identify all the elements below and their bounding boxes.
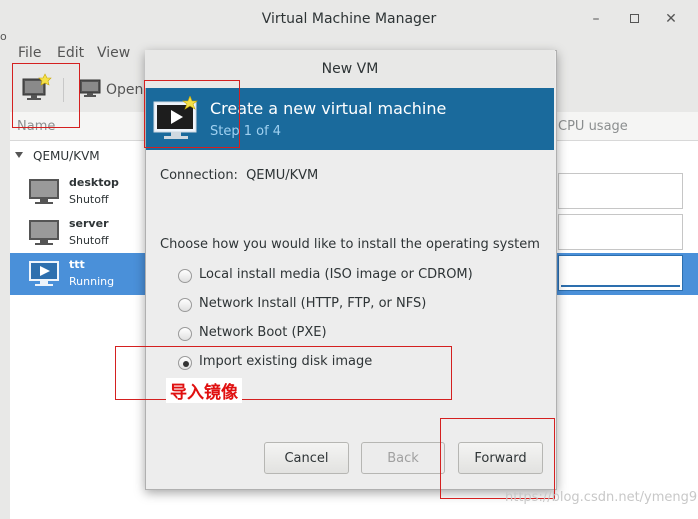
vm-name: desktop — [69, 176, 119, 189]
radio-button[interactable] — [178, 269, 192, 283]
radio-button[interactable] — [178, 298, 192, 312]
cpu-graph — [558, 173, 683, 209]
menu-file[interactable]: File — [18, 45, 41, 61]
vm-status: Shutoff — [69, 193, 109, 206]
monitor-icon — [79, 79, 101, 97]
connection-row: Connection: QEMU/KVM — [160, 168, 318, 183]
vm-name: ttt — [69, 258, 85, 271]
cpu-graph — [558, 255, 683, 291]
radio-label: Network Boot (PXE) — [199, 325, 327, 340]
chevron-down-icon[interactable] — [14, 149, 24, 164]
banner-title: Create a new virtual machine — [210, 99, 447, 118]
radio-label: Local install media (ISO image or CDROM) — [199, 267, 473, 282]
maximize-icon[interactable] — [626, 11, 642, 27]
connection-label: Connection: — [160, 168, 238, 183]
watermark: https://blog.csdn.net/ymeng9527 — [505, 490, 698, 505]
vm-monitor-icon — [28, 219, 62, 251]
connection-value: QEMU/KVM — [246, 168, 319, 183]
annotation-box-forward — [440, 418, 555, 499]
radio-label: Network Install (HTTP, FTP, or NFS) — [199, 296, 427, 311]
radio-button[interactable] — [178, 327, 192, 341]
close-icon[interactable]: ✕ — [663, 11, 679, 27]
group-label: QEMU/KVM — [33, 149, 100, 163]
vm-status: Running — [69, 275, 115, 288]
menu-view[interactable]: View — [97, 45, 130, 61]
menu-edit[interactable]: Edit — [57, 45, 84, 61]
install-method-label: Choose how you would like to install the… — [160, 237, 540, 252]
annotation-text: 导入镜像 — [166, 378, 242, 403]
vm-status: Shutoff — [69, 234, 109, 247]
cancel-button[interactable]: Cancel — [264, 442, 349, 474]
vm-monitor-icon — [28, 178, 62, 210]
vm-running-icon — [28, 260, 62, 292]
back-button[interactable]: Back — [361, 442, 445, 474]
minimize-icon[interactable]: – — [588, 11, 604, 27]
dialog-title: New VM — [321, 61, 379, 77]
open-label: Open — [106, 82, 144, 98]
annotation-box-new-vm — [12, 63, 80, 128]
cpu-graph — [558, 214, 683, 250]
column-cpu-usage[interactable]: CPU usage — [558, 119, 628, 134]
annotation-box-banner — [144, 80, 240, 148]
vm-name: server — [69, 217, 109, 230]
